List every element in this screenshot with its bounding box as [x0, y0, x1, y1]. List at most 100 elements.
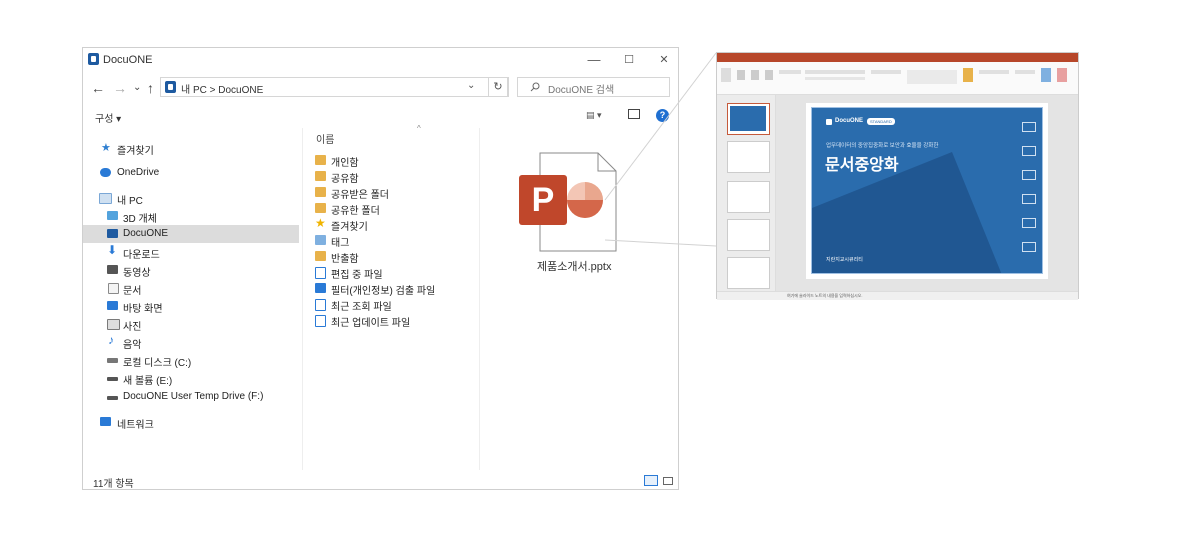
sidebar-item-this-pc[interactable]: 내 PC [83, 189, 299, 207]
ribbon-controls [721, 68, 1067, 84]
sidebar-item-label: 로컬 디스크 (C:) [123, 358, 192, 369]
music-icon: ♪ [108, 333, 114, 347]
sidebar-item-pictures[interactable]: 사진 [83, 315, 299, 333]
ppt-title-bar [717, 53, 1078, 62]
drive-icon [107, 377, 118, 381]
zoom-callout-lines [604, 52, 717, 247]
sidebar-item-label: DocuONE User Temp Drive (F:) [123, 391, 264, 402]
file-label: 반출함 [331, 254, 359, 265]
file-label: 공유한 폴더 [331, 206, 380, 217]
picture-icon [107, 319, 120, 330]
edition-badge: STANDARD [867, 118, 895, 125]
sidebar-item-videos[interactable]: 동영상 [83, 261, 299, 279]
sidebar-item-label: 동영상 [123, 268, 151, 279]
address-bar[interactable]: 내 PC > DocuONE ⌄ [160, 77, 509, 97]
star-icon: ★ [315, 216, 326, 230]
file-label: 개인함 [331, 158, 359, 169]
video-icon [107, 265, 118, 274]
sidebar-item-network[interactable]: 네트워크 [83, 413, 299, 431]
folder-icon [315, 251, 326, 261]
notes-placeholder[interactable]: 여기에 슬라이드 노트의 내용을 입력하십시오. [787, 293, 862, 299]
folder-icon [315, 155, 326, 165]
sidebar-item-docuone[interactable]: DocuONE [83, 225, 299, 243]
sort-ascending-icon[interactable]: ^ [417, 124, 421, 133]
tag-icon [315, 235, 326, 245]
back-button[interactable]: ← [91, 80, 105, 96]
slide[interactable]: DocuONE STANDARD 업무데이터의 중앙집중화로 보안과 효율을 강… [806, 103, 1048, 279]
desktop-icon [107, 301, 118, 310]
sidebar-item-music[interactable]: ♪ 음악 [83, 333, 299, 351]
cube-icon [107, 211, 118, 220]
window-title: DocuONE [103, 54, 153, 66]
slide-thumbnail[interactable] [727, 141, 770, 173]
star-icon: ★ [101, 142, 111, 154]
sidebar-item-label: 다운로드 [123, 250, 160, 261]
ppt-ribbon [717, 62, 1078, 95]
sidebar-item-downloads[interactable]: ⬇ 다운로드 [83, 243, 299, 261]
file-label: 최근 업데이트 파일 [331, 318, 411, 329]
sidebar-item-temp-drive[interactable]: DocuONE User Temp Drive (F:) [83, 388, 299, 406]
docuone-icon [107, 229, 118, 238]
slide-brand: DocuONE [835, 118, 864, 124]
sidebar-item-desktop[interactable]: 바탕 화면 [83, 297, 299, 315]
sidebar-item-label: 새 볼륨 (E:) [123, 376, 173, 387]
file-label: 태그 [331, 238, 350, 249]
status-item-count: 11개 항목 [93, 479, 134, 490]
sidebar-item-label: 바탕 화면 [123, 304, 163, 315]
sidebar-item-label: 즐겨찾기 [117, 146, 154, 157]
sidebar-item-onedrive[interactable]: OneDrive [83, 164, 299, 182]
slide-background: DocuONE STANDARD 업무데이터의 중앙집중화로 보안과 효율을 강… [811, 107, 1043, 274]
footer-logo: 지란지교시큐리티 [826, 257, 863, 263]
slide-subtitle: 업무데이터의 중앙집중화로 보안과 효율을 강화한 [826, 143, 939, 149]
forward-button[interactable]: → [113, 80, 127, 96]
slide-thumbnail[interactable] [727, 181, 770, 213]
refresh-button[interactable]: ↻ [488, 77, 508, 97]
file-label: 공유받은 폴더 [331, 190, 389, 201]
shared-folder-icon [315, 187, 326, 197]
slide-thumbnails [717, 95, 776, 291]
sidebar-item-label: 사진 [123, 322, 142, 333]
sidebar-item-volume-e[interactable]: 새 볼륨 (E:) [83, 369, 299, 387]
docuone-icon [826, 119, 832, 125]
address-dropdown-icon[interactable]: ⌄ [467, 80, 475, 91]
file-label: 편집 중 파일 [331, 270, 383, 281]
feature-icon [1022, 218, 1036, 228]
svg-text:P: P [532, 181, 555, 219]
document-icon [108, 283, 119, 294]
file-list: ^ 이름 개인함 공유함 공유받은 폴더 공유한 폴더 ★ 즐겨찾기 태그 반출… [303, 124, 480, 470]
organize-menu[interactable]: 구성 ▾ [95, 110, 121, 125]
update-file-icon [315, 315, 326, 327]
sidebar-item-label: OneDrive [117, 167, 160, 178]
filter-file-icon [315, 283, 326, 293]
command-bar: 구성 ▾ ▤ ▾ [83, 104, 678, 128]
sidebar-item-favorites[interactable]: ★ 즐겨찾기 [83, 139, 299, 157]
sidebar-item-label: 3D 개체 [123, 214, 157, 225]
drive-icon [107, 396, 118, 400]
slide-thumbnail[interactable] [727, 103, 770, 135]
file-label: 최근 조회 파일 [331, 302, 392, 313]
sidebar-item-local-disk[interactable]: 로컬 디스크 (C:) [83, 351, 299, 369]
slide-thumbnail[interactable] [727, 219, 770, 251]
column-header-name[interactable]: 이름 [316, 131, 334, 146]
feature-icon [1022, 194, 1036, 204]
presentation-window: DocuONE STANDARD 업무데이터의 중앙집중화로 보안과 효율을 강… [716, 52, 1079, 300]
computer-icon [99, 193, 112, 204]
address-path: 내 PC > DocuONE [181, 85, 264, 96]
download-icon: ⬇ [107, 243, 118, 257]
sidebar-item-3d-objects[interactable]: 3D 개체 [83, 207, 299, 225]
up-button[interactable]: ↑ [147, 80, 154, 96]
file-label: 공유함 [331, 174, 359, 185]
cloud-icon [100, 168, 111, 177]
sidebar-item-label: 문서 [123, 286, 142, 297]
sidebar-item-documents[interactable]: 문서 [83, 279, 299, 297]
large-icons-view-icon[interactable] [663, 477, 673, 485]
slide-editor: DocuONE STANDARD 업무데이터의 중앙집중화로 보안과 효율을 강… [776, 95, 1078, 291]
sidebar-item-label: 네트워크 [117, 420, 154, 431]
docuone-icon [165, 81, 176, 93]
slide-thumbnail[interactable] [727, 257, 770, 289]
details-view-icon[interactable] [644, 475, 658, 486]
slide-title: 문서중앙화 [825, 157, 899, 174]
recent-locations-button[interactable]: ⌄ [133, 80, 141, 96]
preview-file-name: 제품소개서.pptx [537, 261, 612, 273]
shared-folder-icon [315, 203, 326, 213]
